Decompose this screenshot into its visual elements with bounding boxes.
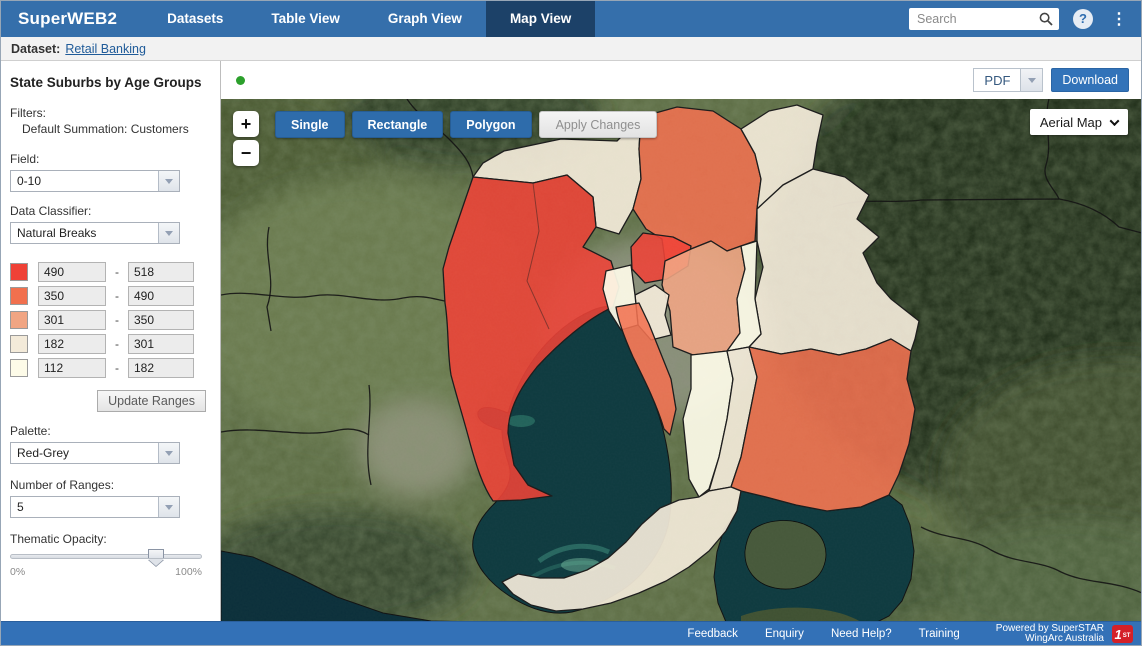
num-ranges-select[interactable]: 5: [10, 496, 180, 518]
select-polygon-button[interactable]: Polygon: [450, 111, 531, 138]
range-from-input[interactable]: [38, 310, 106, 330]
classifier-label: Data Classifier:: [10, 204, 206, 218]
classifier-value: Natural Breaks: [11, 226, 158, 240]
range-separator: -: [106, 361, 128, 375]
search-input[interactable]: [909, 8, 1059, 30]
chevron-down-icon[interactable]: [158, 497, 179, 517]
zoom-out-button[interactable]: −: [233, 140, 259, 166]
range-to-input[interactable]: [128, 286, 194, 306]
range-color-swatch: [10, 359, 28, 377]
range-separator: -: [106, 289, 128, 303]
dataset-label: Dataset:: [11, 42, 60, 56]
range-to-input[interactable]: [128, 262, 194, 282]
range-color-swatch: [10, 263, 28, 281]
footer-link-need-help[interactable]: Need Help?: [831, 628, 892, 640]
tab-datasets[interactable]: Datasets: [143, 1, 247, 37]
basemap-select[interactable]: Aerial Map: [1030, 109, 1128, 135]
filters-label: Filters:: [10, 106, 206, 120]
overflow-menu-icon[interactable]: ⋮: [1107, 9, 1131, 29]
image-grain: [221, 99, 1141, 621]
num-ranges-label: Number of Ranges:: [10, 478, 206, 492]
search-icon[interactable]: [1039, 12, 1053, 26]
range-color-swatch: [10, 335, 28, 353]
range-legend: - - - -: [10, 262, 206, 378]
range-to-input[interactable]: [128, 310, 194, 330]
export-format-value[interactable]: PDF: [973, 68, 1021, 92]
opacity-label: Thematic Opacity:: [10, 532, 206, 546]
range-row: -: [10, 262, 206, 282]
chevron-down-icon: [1110, 116, 1120, 126]
map-action-bar: PDF Download: [221, 61, 1141, 99]
opacity-slider-track[interactable]: [10, 554, 202, 559]
range-row: -: [10, 334, 206, 354]
update-ranges-button[interactable]: Update Ranges: [97, 390, 206, 412]
tab-graph-view[interactable]: Graph View: [364, 1, 486, 37]
dataset-link[interactable]: Retail Banking: [65, 42, 146, 56]
powered-by-text: Powered by SuperSTAR WingArc Australia: [996, 624, 1104, 645]
opacity-min-label: 0%: [10, 566, 25, 578]
download-button[interactable]: Download: [1051, 68, 1129, 92]
range-from-input[interactable]: [38, 262, 106, 282]
range-row: -: [10, 358, 206, 378]
palette-label: Palette:: [10, 424, 206, 438]
opacity-max-label: 100%: [175, 566, 202, 578]
num-ranges-value: 5: [11, 500, 158, 514]
opacity-slider-handle[interactable]: [148, 549, 164, 558]
export-format-select[interactable]: PDF: [973, 68, 1043, 92]
dataset-bar: Dataset: Retail Banking: [1, 37, 1141, 61]
app-brand: SuperWEB2: [1, 1, 143, 37]
map-zoom-control: + −: [233, 111, 259, 166]
tab-table-view[interactable]: Table View: [247, 1, 364, 37]
opacity-slider[interactable]: [10, 554, 202, 559]
range-row: -: [10, 310, 206, 330]
status-indicator-dot: [236, 76, 245, 85]
palette-select[interactable]: Red-Grey: [10, 442, 180, 464]
chevron-down-icon[interactable]: [158, 443, 179, 463]
range-color-swatch: [10, 311, 28, 329]
range-to-input[interactable]: [128, 358, 194, 378]
range-to-input[interactable]: [128, 334, 194, 354]
select-rectangle-button[interactable]: Rectangle: [352, 111, 444, 138]
footer-bar: Feedback Enquiry Need Help? Training Pow…: [1, 621, 1141, 646]
aerial-map-canvas[interactable]: [221, 99, 1141, 621]
field-value: 0-10: [11, 174, 158, 188]
range-row: -: [10, 286, 206, 306]
range-color-swatch: [10, 287, 28, 305]
zoom-in-button[interactable]: +: [233, 111, 259, 137]
help-icon[interactable]: ?: [1073, 9, 1093, 29]
chevron-down-icon[interactable]: [158, 171, 179, 191]
superweb2-window: SuperWEB2 Datasets Table View Graph View…: [0, 0, 1142, 646]
select-single-button[interactable]: Single: [275, 111, 345, 138]
apply-changes-button[interactable]: Apply Changes: [539, 111, 658, 138]
footer-link-enquiry[interactable]: Enquiry: [765, 628, 804, 640]
range-from-input[interactable]: [38, 358, 106, 378]
palette-value: Red-Grey: [11, 446, 158, 460]
field-select[interactable]: 0-10: [10, 170, 180, 192]
chevron-down-icon[interactable]: [158, 223, 179, 243]
range-from-input[interactable]: [38, 334, 106, 354]
basemap-value: Aerial Map: [1040, 115, 1102, 130]
range-separator: -: [106, 337, 128, 351]
classifier-select[interactable]: Natural Breaks: [10, 222, 180, 244]
chevron-down-icon[interactable]: [1021, 68, 1043, 92]
tab-map-view[interactable]: Map View: [486, 1, 595, 37]
map-settings-panel: State Suburbs by Age Groups Filters: Def…: [1, 61, 221, 621]
range-separator: -: [106, 313, 128, 327]
range-from-input[interactable]: [38, 286, 106, 306]
top-navbar: SuperWEB2 Datasets Table View Graph View…: [1, 1, 1141, 37]
footer-link-feedback[interactable]: Feedback: [687, 628, 738, 640]
wingarc-1st-logo: 1ST: [1112, 625, 1133, 643]
panel-title: State Suburbs by Age Groups: [10, 75, 206, 90]
map-viewport[interactable]: + − Single Rectangle Polygon Apply Chang…: [221, 99, 1141, 621]
default-summation: Default Summation: Customers: [10, 122, 206, 136]
range-separator: -: [106, 265, 128, 279]
footer-link-training[interactable]: Training: [919, 628, 960, 640]
field-label: Field:: [10, 152, 206, 166]
